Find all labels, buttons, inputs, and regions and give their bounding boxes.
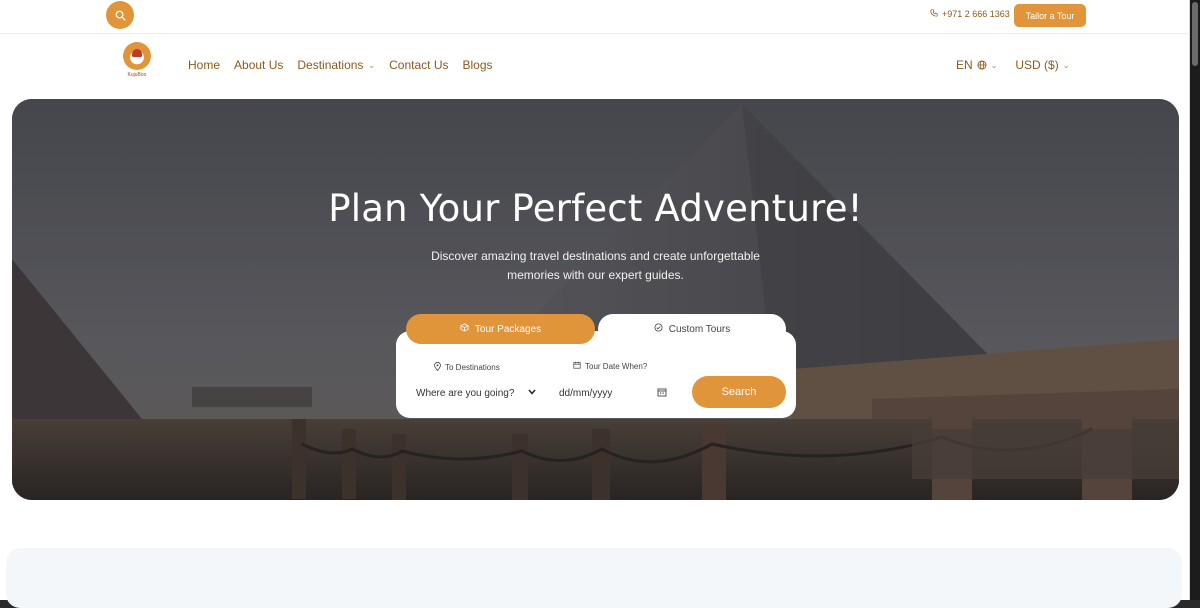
tab-custom-tours[interactable]: Custom Tours (598, 314, 786, 344)
next-section (6, 548, 1182, 608)
destination-label: To Destinations (434, 361, 500, 373)
nav-item-label: Contact Us (389, 58, 449, 72)
logo-mark (123, 42, 151, 70)
destination-label-text: To Destinations (445, 363, 500, 372)
globe-icon (977, 60, 987, 70)
phone-icon (930, 9, 938, 19)
main-nav: KujuBoo Home About Us Destinations ⌄ Cont… (0, 35, 1190, 97)
browser-viewport: +971 2 666 1363 Tailor a Tour KujuBoo Ho… (0, 0, 1190, 608)
chevron-down-icon: ⌄ (990, 60, 998, 70)
hero-banner: Plan Your Perfect Adventure! Discover am… (12, 99, 1179, 500)
logo-text: KujuBoo (127, 72, 147, 78)
tailor-tour-button[interactable]: Tailor a Tour (1014, 4, 1086, 27)
nav-preferences: EN ⌄ USD ($) ⌄ (956, 58, 1069, 72)
destination-select[interactable]: Where are you going? (416, 384, 536, 402)
calendar-icon[interactable] (657, 387, 667, 400)
tab-label: Tour Packages (474, 323, 542, 335)
hero-title: Plan Your Perfect Adventure! (328, 187, 863, 230)
nav-item-label: Destinations (297, 58, 364, 72)
search-icon[interactable] (106, 1, 134, 29)
nav-item-home[interactable]: Home (188, 58, 220, 72)
nav-item-label: About Us (234, 58, 284, 72)
check-circle-icon (654, 323, 663, 335)
date-label: Tour Date When? (573, 361, 647, 371)
nav-links: Home About Us Destinations ⌄ Contact Us B… (188, 58, 493, 72)
destination-value: Where are you going? (416, 387, 515, 399)
hero-overlay (12, 99, 1179, 500)
nav-item-destinations[interactable]: Destinations ⌄ (297, 58, 375, 72)
package-icon (460, 323, 469, 335)
calendar-icon (573, 361, 581, 371)
chevron-down-icon: ⌄ (368, 60, 376, 70)
tour-search-form: To Destinations Tour Date When? Where ar… (396, 331, 796, 418)
scrollbar[interactable] (1190, 0, 1200, 600)
tab-tour-packages[interactable]: Tour Packages (406, 314, 595, 344)
tour-date-input[interactable]: dd/mm/yyyy (559, 384, 667, 402)
phone-link[interactable]: +971 2 666 1363 (930, 9, 1010, 19)
chevron-down-icon: ⌄ (1062, 60, 1070, 70)
nav-item-label: Home (188, 58, 221, 72)
nav-item-about-us[interactable]: About Us (234, 58, 283, 72)
nav-item-blogs[interactable]: Blogs (462, 58, 492, 72)
logo[interactable]: KujuBoo (120, 42, 154, 84)
date-label-text: Tour Date When? (585, 361, 648, 371)
date-placeholder: dd/mm/yyyy (559, 387, 613, 399)
language-selector[interactable]: EN ⌄ (956, 58, 997, 72)
nav-item-label: Blogs (462, 58, 493, 72)
language-label: EN (956, 58, 973, 72)
chevron-down-icon (528, 388, 536, 398)
phone-number: +971 2 666 1363 (942, 9, 1010, 19)
tab-label: Custom Tours (668, 323, 731, 335)
hero-subtitle: Discover amazing travel destinations and… (431, 249, 760, 282)
nav-item-contact-us[interactable]: Contact Us (389, 58, 448, 72)
top-bar: +971 2 666 1363 Tailor a Tour (0, 0, 1190, 34)
location-pin-icon (434, 361, 441, 373)
currency-label: USD ($) (1015, 58, 1059, 72)
currency-selector[interactable]: USD ($) ⌄ (1015, 58, 1069, 72)
search-button[interactable]: Search (692, 376, 786, 408)
scrollbar-thumb[interactable] (1192, 2, 1198, 66)
